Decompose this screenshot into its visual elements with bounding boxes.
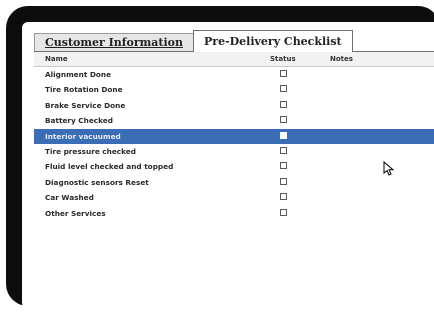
- row-name: Tire pressure checked: [45, 146, 136, 156]
- tab-customer-information[interactable]: Customer Information: [34, 33, 194, 52]
- checklist-row[interactable]: Battery Checked: [34, 113, 434, 128]
- column-header-name[interactable]: Name: [45, 55, 68, 63]
- checklist-row[interactable]: Brake Service Done: [34, 98, 434, 113]
- tab-pre-delivery-checklist[interactable]: Pre-Delivery Checklist: [193, 30, 353, 52]
- row-name: Fluid level checked and topped: [45, 162, 174, 172]
- status-checkbox[interactable]: [280, 146, 287, 154]
- column-header-notes[interactable]: Notes: [330, 55, 353, 63]
- row-name: Diagnostic sensors Reset: [45, 177, 149, 187]
- app-screen: Customer Information Pre-Delivery Checkl…: [22, 22, 434, 312]
- checklist-row[interactable]: Alignment Done: [34, 67, 434, 82]
- row-name: Car Washed: [45, 193, 94, 203]
- device-frame: Customer Information Pre-Delivery Checkl…: [6, 6, 434, 312]
- row-name: Alignment Done: [45, 70, 112, 79]
- status-checkbox[interactable]: [280, 100, 287, 108]
- status-checkbox[interactable]: [280, 70, 287, 77]
- column-header-status[interactable]: Status: [270, 55, 296, 63]
- status-checkbox[interactable]: [280, 177, 287, 185]
- status-checkbox[interactable]: [280, 162, 287, 170]
- checklist-row[interactable]: Other Services: [34, 206, 434, 221]
- checklist-row[interactable]: Tire pressure checked: [34, 144, 434, 159]
- tab-bar: Customer Information Pre-Delivery Checkl…: [34, 30, 353, 52]
- tab-label: Customer Information: [45, 36, 183, 49]
- row-name: Other Services: [45, 208, 106, 218]
- status-checkbox[interactable]: [280, 193, 287, 201]
- status-checkbox[interactable]: [280, 85, 287, 93]
- row-name: Brake Service Done: [45, 100, 126, 110]
- mouse-pointer-icon: [383, 161, 395, 176]
- status-checkbox[interactable]: [280, 208, 287, 216]
- checklist-header: Name Status Notes: [34, 52, 434, 67]
- checklist-row-selected[interactable]: Interior vacuumed: [34, 128, 434, 144]
- checklist-rows: Alignment Done Tire Rotation Done Brake …: [34, 67, 434, 221]
- row-name: Interior vacuumed: [45, 131, 121, 141]
- checklist-row[interactable]: Car Washed: [34, 190, 434, 205]
- checklist-row[interactable]: Fluid level checked and topped: [34, 159, 434, 174]
- row-name: Battery Checked: [45, 116, 113, 126]
- tab-label: Pre-Delivery Checklist: [204, 35, 342, 48]
- status-checkbox[interactable]: [280, 116, 287, 124]
- status-checkbox[interactable]: [280, 131, 287, 139]
- checklist-row[interactable]: Diagnostic sensors Reset: [34, 175, 434, 190]
- checklist-row[interactable]: Tire Rotation Done: [34, 82, 434, 97]
- row-name: Tire Rotation Done: [45, 85, 123, 95]
